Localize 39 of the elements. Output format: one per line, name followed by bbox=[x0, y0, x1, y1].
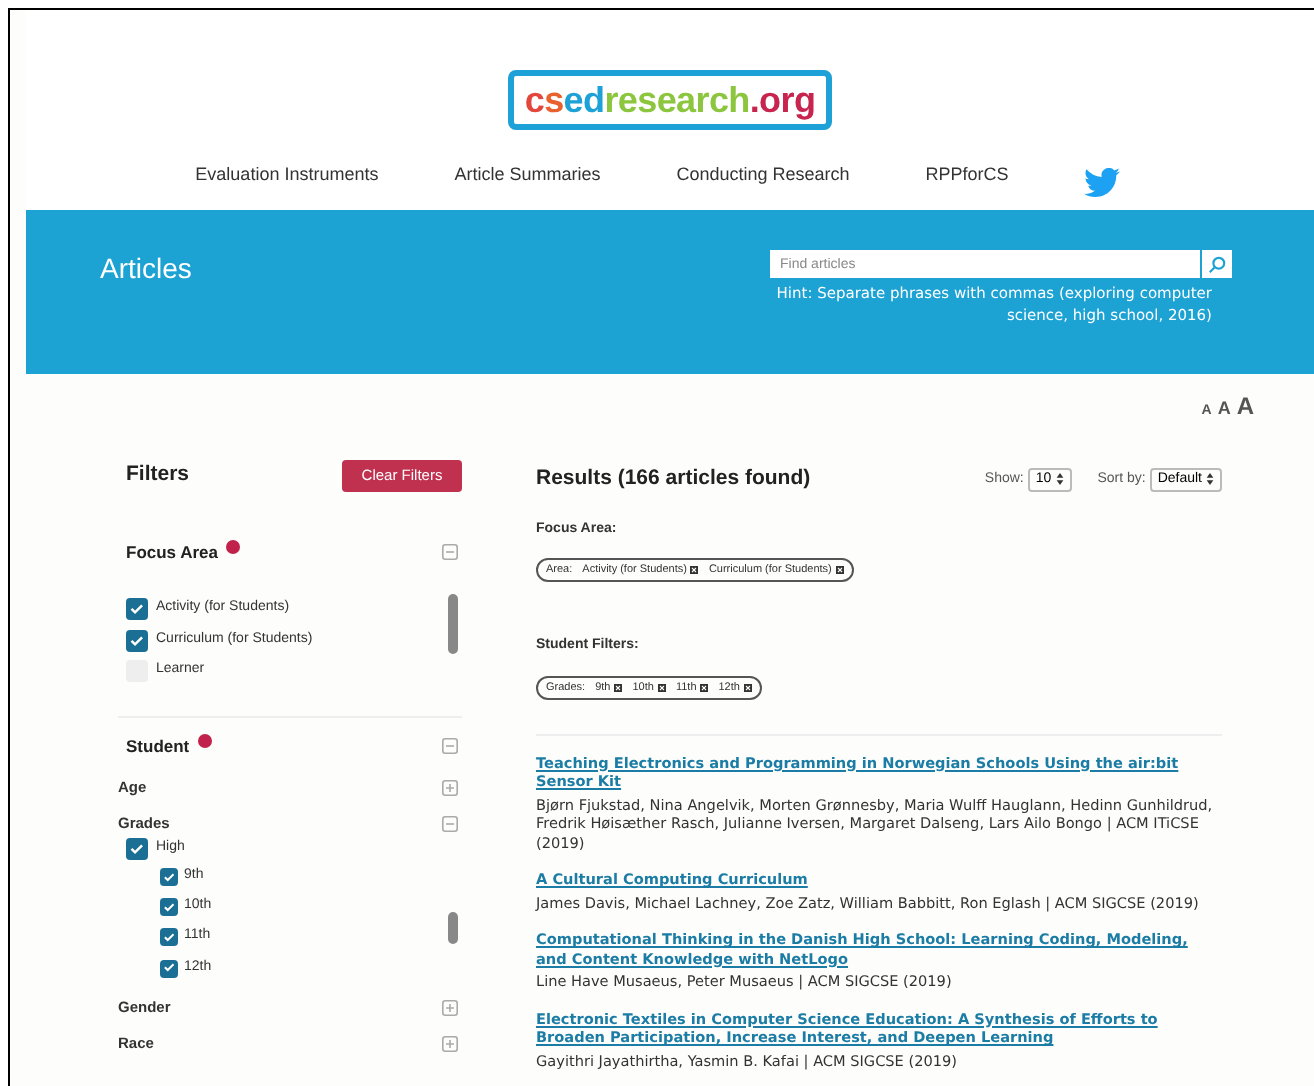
logo-text: ed bbox=[563, 78, 605, 124]
font-size-button[interactable]: A bbox=[1236, 394, 1254, 418]
nav-link[interactable]: RPPforCS bbox=[925, 162, 1009, 189]
checkbox[interactable] bbox=[160, 959, 178, 978]
logo-text: .org bbox=[749, 78, 816, 124]
search-button[interactable] bbox=[1202, 250, 1232, 278]
nav-link[interactable]: Article Summaries bbox=[454, 162, 601, 189]
bird-icon[interactable] bbox=[1084, 167, 1121, 197]
logo-text: research bbox=[604, 78, 750, 124]
results-heading: Results (166 articles found) bbox=[536, 464, 813, 494]
scrollbar-thumb[interactable] bbox=[448, 593, 458, 654]
logo[interactable]: csedresearch.org bbox=[508, 70, 832, 130]
search-icon bbox=[1208, 255, 1226, 273]
checkbox[interactable] bbox=[126, 598, 148, 620]
remove-icon[interactable] bbox=[700, 683, 709, 692]
filters-heading: Filters bbox=[126, 460, 190, 491]
remove-icon[interactable] bbox=[614, 683, 623, 692]
logo-text: c bbox=[524, 78, 545, 124]
page-title: Articles bbox=[100, 250, 192, 288]
logo-text: s bbox=[544, 78, 564, 124]
remove-icon[interactable] bbox=[743, 683, 752, 692]
help-icon[interactable] bbox=[225, 539, 240, 554]
help-icon[interactable] bbox=[197, 733, 212, 748]
section-title: Student bbox=[126, 733, 190, 759]
sort-arrows-icon bbox=[1055, 472, 1064, 487]
remove-icon[interactable] bbox=[835, 566, 844, 575]
checkbox[interactable] bbox=[160, 867, 178, 886]
checkbox[interactable] bbox=[160, 928, 178, 947]
nav-link[interactable]: Evaluation Instruments bbox=[195, 162, 379, 189]
remove-icon[interactable] bbox=[690, 566, 699, 575]
scrollbar-thumb[interactable] bbox=[448, 911, 458, 943]
section-title: Focus Area bbox=[126, 540, 218, 566]
nav-link[interactable]: Conducting Research bbox=[676, 162, 850, 189]
checkbox[interactable] bbox=[160, 897, 178, 916]
checkbox[interactable] bbox=[126, 837, 148, 859]
remove-icon[interactable] bbox=[657, 683, 666, 692]
sort-arrows-icon bbox=[1206, 472, 1214, 487]
checkbox[interactable] bbox=[126, 629, 148, 651]
font-size-button[interactable]: A bbox=[1217, 400, 1231, 418]
